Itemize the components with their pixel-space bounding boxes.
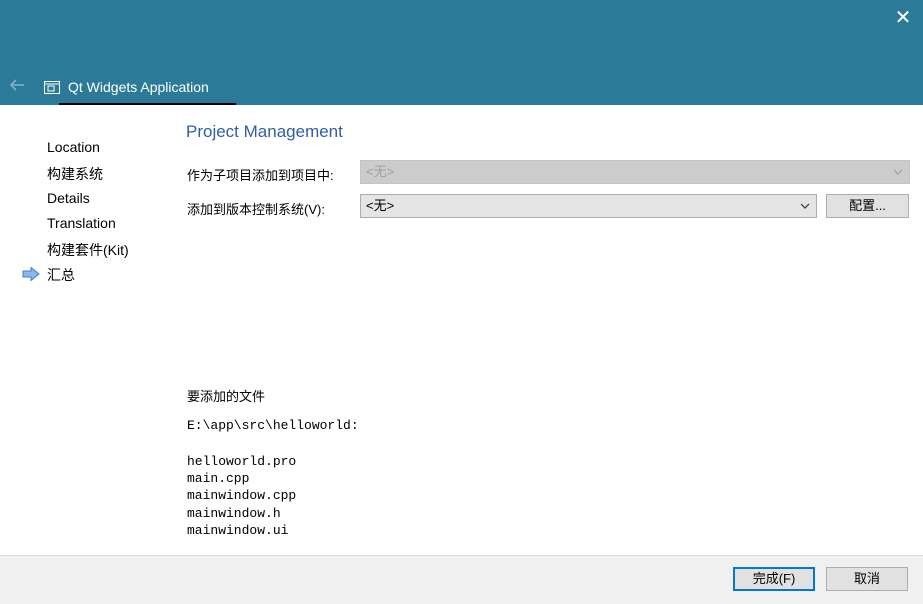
current-step-arrow-icon (22, 267, 40, 281)
vcs-value: <无> (366, 198, 395, 213)
vcs-label: 添加到版本控制系统(V): (187, 202, 325, 217)
back-button[interactable] (8, 76, 28, 94)
files-directory: E:\app\src\helloworld: (187, 418, 359, 433)
close-button[interactable]: ✕ (891, 6, 915, 30)
wizard-title: Qt Widgets Application (44, 76, 209, 98)
application-window-icon (44, 80, 60, 94)
subproject-value: <无> (366, 164, 395, 179)
wizard-title-text: Qt Widgets Application (68, 79, 209, 95)
wizard-body: Location 构建系统 Details Translation 构建套件(K… (0, 105, 923, 555)
chevron-down-icon (893, 169, 903, 175)
step-build-system: 构建系统 (47, 166, 103, 182)
file-item: mainwindow.cpp (187, 488, 297, 504)
files-to-add-label: 要添加的文件 (187, 389, 266, 404)
title-bar: ✕ Qt Widgets Application (0, 0, 923, 105)
summary-page: Project Management 作为子项目添加到项目中: <无> 添加到版… (186, 105, 916, 555)
wizard-steps: Location 构建系统 Details Translation 构建套件(K… (0, 105, 170, 555)
step-translation: Translation (47, 215, 116, 231)
step-location: Location (47, 139, 100, 155)
file-item: helloworld.pro (187, 454, 297, 469)
step-summary: 汇总 (47, 267, 75, 283)
finish-button[interactable]: 完成(F) (733, 567, 815, 591)
file-item: mainwindow.h (187, 505, 281, 521)
cancel-button[interactable]: 取消 (826, 567, 908, 591)
chevron-down-icon (800, 203, 810, 209)
step-details: Details (47, 190, 90, 206)
back-arrow-icon (9, 79, 24, 91)
page-title: Project Management (186, 122, 343, 141)
file-item: mainwindow.ui (187, 522, 289, 538)
close-icon: ✕ (894, 7, 912, 29)
file-list: helloworld.pro main.cpp mainwindow.cpp m… (187, 453, 296, 539)
configure-button[interactable]: 配置... (826, 194, 909, 218)
subproject-label: 作为子项目添加到项目中: (187, 168, 334, 183)
button-bar: 完成(F) 取消 (0, 555, 923, 604)
subproject-select: <无> (360, 160, 910, 184)
file-item: main.cpp (187, 471, 250, 487)
step-kits: 构建套件(Kit) (47, 242, 129, 258)
vcs-select[interactable]: <无> (360, 194, 817, 218)
